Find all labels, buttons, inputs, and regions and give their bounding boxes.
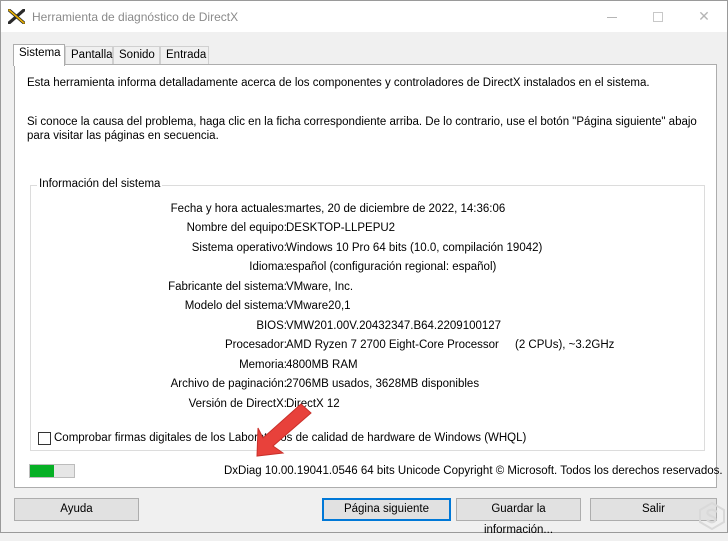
info-label: Fecha y hora actuales:	[170, 203, 287, 215]
solvetic-logo-icon	[699, 501, 725, 531]
info-value: 2706MB usados, 3628MB disponibles	[286, 378, 480, 390]
close-icon: ✕	[698, 8, 710, 24]
intro-text-2: Si conoce la causa del problema, haga cl…	[27, 116, 697, 142]
info-value: DESKTOP-LLPEPU2	[286, 222, 396, 234]
maximize-button[interactable]	[635, 1, 681, 32]
info-label: Procesador:	[224, 339, 287, 351]
title-bar[interactable]: Herramienta de diagnóstico de DirectX ✕	[1, 1, 727, 32]
info-label: Idioma:	[249, 261, 287, 273]
info-label: Sistema operativo:	[191, 242, 287, 254]
info-label: Modelo del sistema:	[184, 300, 287, 312]
info-row-directx-version: Versión de DirectX: DirectX 12	[31, 398, 701, 412]
info-row-memory: Memoria: 4800MB RAM	[31, 359, 701, 373]
info-label: Memoria:	[239, 359, 287, 371]
sistema-tab-panel: Esta herramienta informa detalladamente …	[14, 64, 717, 488]
save-information-button[interactable]: Guardar la información...	[456, 498, 581, 536]
tab-sonido[interactable]: Sonido	[113, 46, 160, 65]
info-value: VMware20,1	[286, 300, 351, 312]
red-arrow-icon	[256, 403, 312, 457]
info-label: Fabricante del sistema:	[168, 281, 287, 293]
tab-pantalla[interactable]: Pantalla	[65, 46, 113, 65]
minimize-button[interactable]	[589, 1, 635, 32]
tab-entrada[interactable]: Entrada	[160, 46, 209, 65]
minimize-icon	[607, 16, 617, 18]
info-label: Archivo de paginación:	[170, 378, 287, 390]
progress-bar	[29, 464, 75, 478]
progress-fill	[30, 465, 55, 477]
directx-x-icon	[8, 9, 25, 24]
info-row-date: Fecha y hora actuales: martes, 20 de dic…	[31, 203, 701, 217]
info-value: Windows 10 Pro 64 bits (10.0, compilació…	[286, 242, 543, 254]
info-row-language: Idioma: español (configuración regional:…	[31, 261, 701, 275]
info-value: 4800MB RAM	[286, 359, 358, 371]
info-row-os: Sistema operativo: Windows 10 Pro 64 bit…	[31, 242, 701, 256]
info-value: VMware, Inc.	[286, 281, 354, 293]
info-row-model: Modelo del sistema: VMware20,1	[31, 300, 701, 314]
cpu-count-speed: (2 CPUs), ~3.2GHz	[515, 339, 615, 351]
info-value: VMW201.00V.20432347.B64.2209100127	[286, 320, 502, 332]
copyright-text: DxDiag 10.00.19041.0546 64 bits Unicode …	[224, 465, 723, 477]
info-row-manufacturer: Fabricante del sistema: VMware, Inc.	[31, 281, 701, 295]
info-row-pagefile: Archivo de paginación: 2706MB usados, 36…	[31, 378, 701, 392]
maximize-icon	[653, 11, 663, 22]
system-info-group: Información del sistema Fecha y hora act…	[30, 178, 705, 451]
next-page-button[interactable]: Página siguiente	[322, 498, 451, 521]
whql-checkbox[interactable]	[38, 432, 51, 445]
close-button[interactable]: ✕	[681, 1, 727, 32]
window-title: Herramienta de diagnóstico de DirectX	[32, 10, 239, 24]
help-button[interactable]: Ayuda	[14, 498, 139, 521]
info-row-bios: BIOS: VMW201.00V.20432347.B64.2209100127	[31, 320, 701, 334]
info-value: AMD Ryzen 7 2700 Eight-Core Processor	[286, 339, 499, 351]
info-row-processor: Procesador: AMD Ryzen 7 2700 Eight-Core …	[31, 339, 701, 353]
info-value: martes, 20 de diciembre de 2022, 14:36:0…	[286, 203, 506, 215]
intro-text-1: Esta herramienta informa detalladamente …	[27, 77, 650, 89]
info-row-computer-name: Nombre del equipo: DESKTOP-LLPEPU2	[31, 222, 701, 236]
tab-sistema[interactable]: Sistema	[13, 44, 65, 66]
group-title: Información del sistema	[37, 178, 163, 190]
info-value: español (configuración regional: español…	[286, 261, 497, 273]
info-label: Nombre del equipo:	[186, 222, 287, 234]
info-label: BIOS:	[256, 320, 287, 332]
dxdiag-window: Herramienta de diagnóstico de DirectX ✕ …	[0, 0, 728, 536]
